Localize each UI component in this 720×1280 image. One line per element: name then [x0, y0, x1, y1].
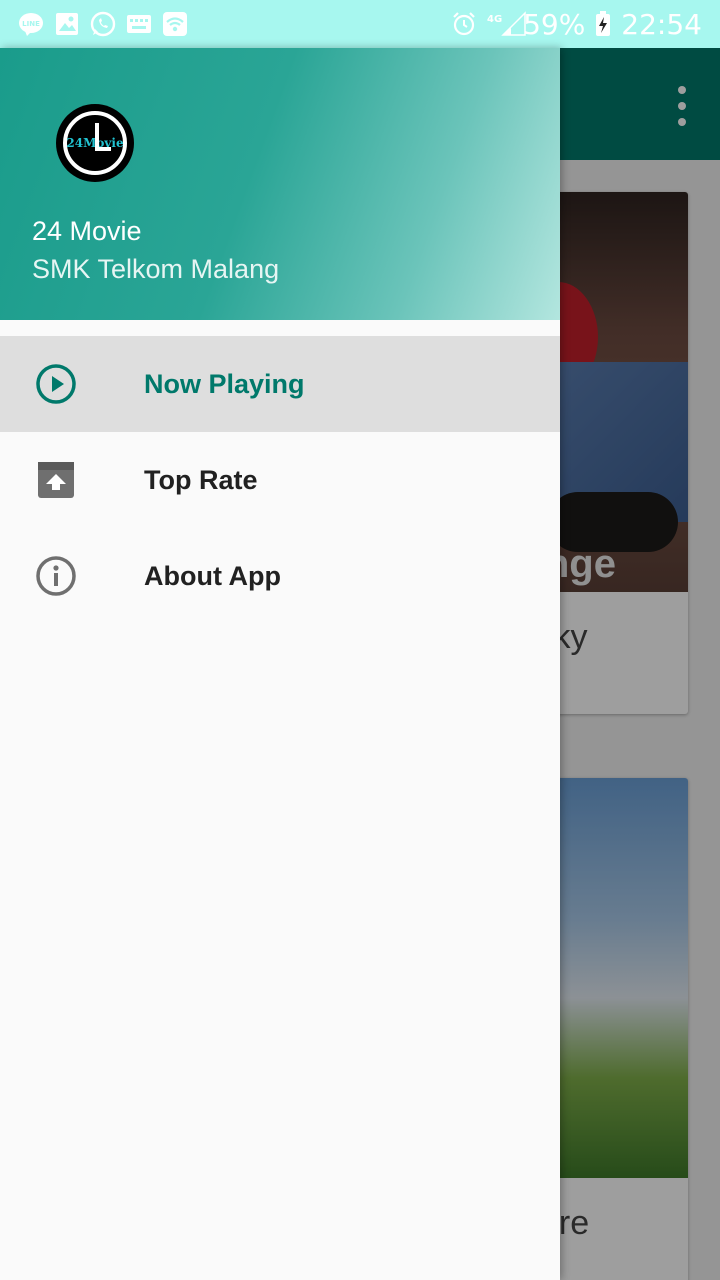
- alarm-icon: [451, 11, 477, 37]
- gallery-icon: [54, 11, 80, 37]
- app-subtitle: SMK Telkom Malang: [32, 254, 280, 284]
- svg-text:4G: 4G: [487, 14, 502, 25]
- wifi-icon: [162, 11, 188, 37]
- system-icons: 4G 59% 22:54: [451, 8, 702, 41]
- app-logo: 24Movie: [56, 104, 134, 182]
- battery-percent: 59%: [523, 7, 586, 41]
- drawer-header: 24Movie 24 Movie SMK Telkom Malang: [0, 48, 560, 320]
- keyboard-icon: [126, 11, 152, 37]
- play-circle-icon: [34, 362, 78, 406]
- menu-label: Now Playing: [144, 368, 305, 399]
- menu-item-about-app[interactable]: About App: [0, 528, 560, 624]
- menu-item-top-rate[interactable]: Top Rate: [0, 432, 560, 528]
- menu-label: About App: [144, 560, 281, 591]
- drawer-menu: Now Playing Top Rate About App: [0, 336, 560, 624]
- svg-text:LINE: LINE: [22, 20, 40, 28]
- clock: 22:54: [621, 7, 702, 41]
- status-bar: LINE 4G 59% 22:54: [0, 0, 720, 48]
- line-icon: LINE: [18, 11, 44, 37]
- notification-icons: LINE: [18, 11, 188, 37]
- app-name: 24 Movie: [32, 216, 142, 246]
- menu-label: Top Rate: [144, 464, 258, 495]
- whatsapp-icon: [90, 11, 116, 37]
- 4g-signal-icon: 4G: [487, 11, 526, 37]
- menu-item-now-playing[interactable]: Now Playing: [0, 336, 560, 432]
- battery-charging-icon: [595, 11, 611, 37]
- navigation-drawer: 24Movie 24 Movie SMK Telkom Malang Now P…: [0, 48, 560, 1280]
- info-icon: [34, 554, 78, 598]
- upload-box-icon: [34, 458, 78, 502]
